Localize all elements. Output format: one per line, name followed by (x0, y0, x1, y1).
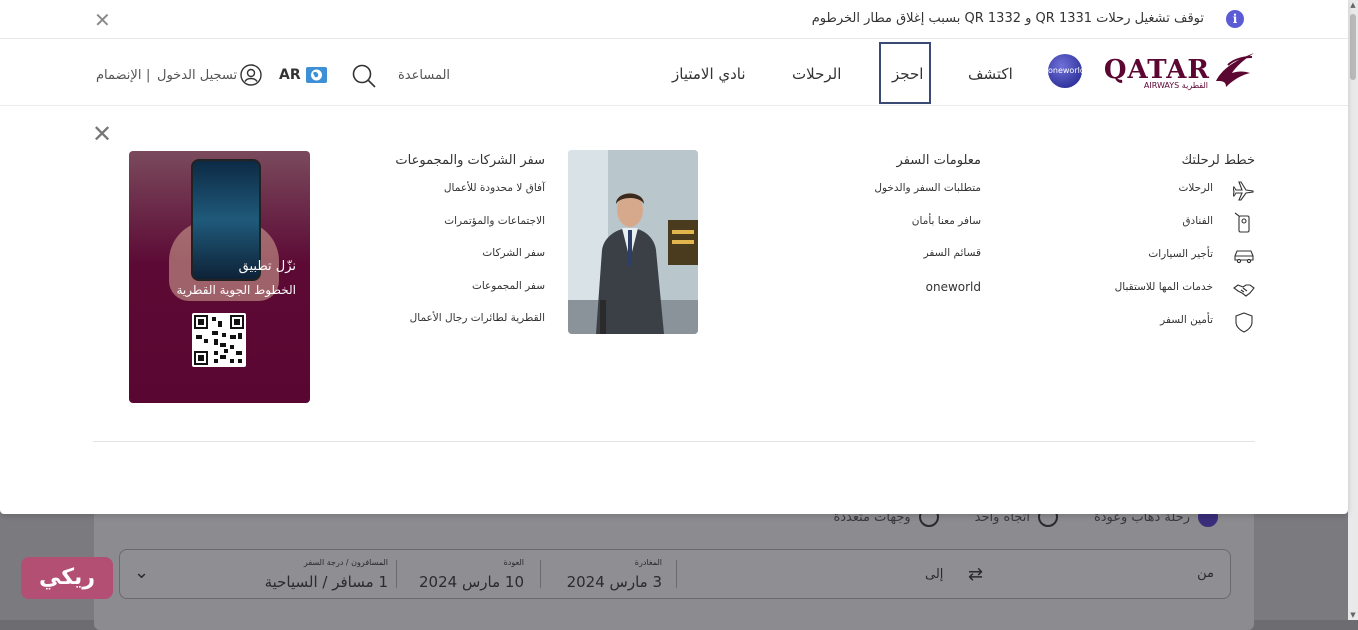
menu-item-label: تأمين السفر (1160, 314, 1213, 326)
login-link[interactable]: تسجيل الدخول (157, 68, 237, 83)
alert-bar: ✕ توقف تشغيل رحلات QR 1331 و QR 1332 بسب… (0, 0, 1348, 39)
close-menu-icon[interactable]: ✕ (92, 120, 112, 148)
alert-text[interactable]: توقف تشغيل رحلات QR 1331 و QR 1332 بسبب … (812, 11, 1204, 26)
help-link[interactable]: المساعدة (398, 68, 450, 83)
scroll-down-icon[interactable]: ▼ (1349, 611, 1357, 619)
departure-value: 3 مارس 2024 (566, 573, 662, 591)
field-divider (676, 560, 677, 588)
mega-menu-overlay: ✕ توقف تشغيل رحلات QR 1331 و QR 1332 بسب… (0, 0, 1348, 514)
menu-item-corporate-travel[interactable]: سفر الشركات (345, 247, 545, 280)
info-icon: i (1226, 10, 1244, 28)
passengers-value: 1 مسافر / السياحية (264, 573, 388, 591)
car-icon (1234, 250, 1254, 264)
join-link[interactable]: الإنضمام (96, 68, 141, 83)
menu-item-car-rental[interactable]: تأجير السيارات (1075, 248, 1255, 281)
handshake-icon (1233, 284, 1255, 297)
chevron-down-icon[interactable]: ⌄ (134, 562, 149, 583)
oryx-icon (1216, 53, 1254, 87)
menu-item-travel-safely[interactable]: سافر معنا بأمان (801, 215, 981, 248)
scrollbar-thumb[interactable] (1350, 14, 1356, 80)
return-value: 10 مارس 2024 (419, 573, 524, 591)
nav-privilege-club[interactable]: نادي الامتياز (672, 65, 746, 83)
menu-item-meetings-conferences[interactable]: الاجتماعات والمؤتمرات (345, 215, 545, 248)
app-download-card[interactable]: نزّل تطبيق الخطوط الجوية القطرية (129, 151, 310, 403)
departure-label: المغادرة (634, 558, 662, 567)
menu-item-travel-insurance[interactable]: تأمين السفر (1075, 312, 1255, 347)
menu-item-beyond-business[interactable]: آفاق لا محدودة للأعمال (345, 182, 545, 215)
travel-info-title: معلومات السفر (896, 153, 981, 168)
search-icon[interactable] (351, 63, 377, 89)
nav-book[interactable]: احجز (892, 65, 923, 83)
watermark-logo: ريكي (21, 557, 113, 599)
plane-icon (1233, 181, 1254, 201)
qr-code-icon[interactable] (192, 313, 246, 367)
corporate-column: سفر الشركات والمجموعات آفاق لا محدودة لل… (345, 153, 545, 345)
main-header: QATAR AIRWAYS القطرية oneworld اكتشف احج… (0, 39, 1348, 106)
app-card-subtitle: الخطوط الجوية القطرية (176, 283, 296, 297)
from-field[interactable]: من (1197, 566, 1214, 581)
field-divider (396, 560, 397, 588)
corporate-title: سفر الشركات والمجموعات (395, 153, 545, 168)
globe-icon[interactable] (306, 67, 327, 83)
qatar-airways-logo[interactable]: QATAR AIRWAYS القطرية (1104, 51, 1256, 91)
menu-item-al-maha[interactable]: خدمات المها للاستقبال (1075, 281, 1255, 314)
menu-item-oneworld[interactable]: oneworld (801, 280, 981, 313)
qr-pattern (194, 315, 244, 365)
page-scrollbar[interactable]: ▲ ▼ (1348, 0, 1358, 620)
passengers-label: المسافرون / درجة السفر (303, 558, 388, 567)
businessman-photo (568, 150, 698, 334)
login-join-separator: | (146, 68, 151, 83)
app-card-title: نزّل تطبيق (238, 259, 296, 274)
menu-divider (93, 441, 1255, 442)
logo-sub: AIRWAYS القطرية (1143, 81, 1208, 90)
menu-item-label: الرحلات (1178, 182, 1213, 194)
hotel-key-icon (1234, 212, 1250, 233)
to-field[interactable]: إلى (925, 567, 943, 582)
shield-icon (1235, 312, 1253, 333)
close-icon[interactable]: ✕ (94, 8, 111, 32)
user-icon[interactable] (240, 64, 262, 86)
menu-item-travel-vouchers[interactable]: قسائم السفر (801, 247, 981, 280)
menu-item-executive-jets[interactable]: القطرية لطائرات رجال الأعمال (345, 312, 545, 345)
menu-item-flights[interactable]: الرحلات (1075, 181, 1255, 215)
menu-item-travel-requirements[interactable]: متطلبات السفر والدخول (801, 182, 981, 215)
menu-item-label: تأجير السيارات (1148, 248, 1213, 260)
departure-field[interactable]: المغادرة 3 مارس 2024 (552, 550, 662, 598)
travel-info-column: معلومات السفر متطلبات السفر والدخول سافر… (801, 153, 981, 312)
nav-explore[interactable]: اكتشف (968, 65, 1013, 83)
nav-flights[interactable]: الرحلات (792, 65, 841, 83)
photo-illustration (568, 150, 698, 334)
menu-item-label: خدمات المها للاستقبال (1114, 281, 1213, 293)
swap-icon[interactable]: ⇄ (968, 564, 983, 585)
oneworld-logo[interactable]: oneworld (1048, 54, 1085, 88)
menu-item-group-travel[interactable]: سفر المجموعات (345, 280, 545, 313)
language-selector[interactable]: AR (279, 67, 301, 83)
return-field[interactable]: العودة 10 مارس 2024 (414, 550, 524, 598)
field-divider (540, 560, 541, 588)
menu-item-label: الفنادق (1182, 215, 1213, 227)
menu-item-hotels[interactable]: الفنادق (1075, 212, 1255, 248)
scroll-up-icon[interactable]: ▲ (1349, 1, 1357, 9)
plan-trip-title: خطط لرحلتك (1181, 153, 1255, 168)
passengers-field[interactable]: المسافرون / درجة السفر 1 مسافر / السياحي… (258, 550, 388, 598)
plan-trip-column: خطط لرحلتك الرحلات الفنادق تأجير السيارا… (1075, 153, 1255, 347)
return-label: العودة (503, 558, 524, 567)
flight-search-form: من ⇄ إلى المغادرة 3 مارس 2024 العودة 10 … (119, 549, 1231, 599)
